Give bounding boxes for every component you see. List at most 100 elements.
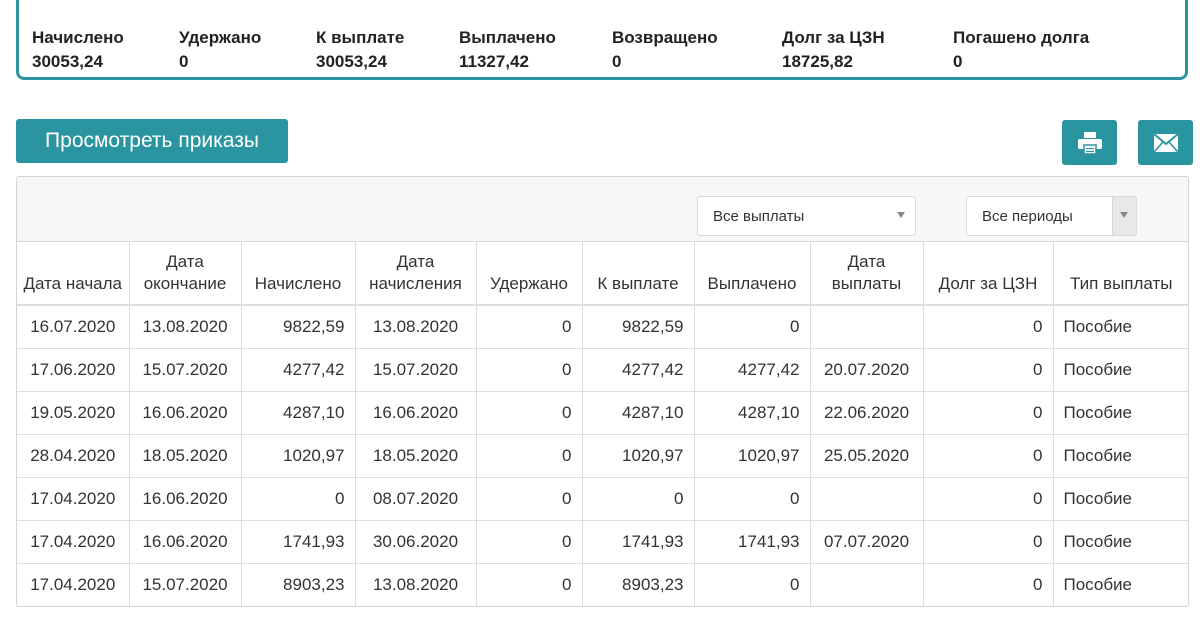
summary-label: К выплате <box>316 28 405 47</box>
cell-end-date: 15.07.2020 <box>129 563 242 606</box>
cell-withheld: 0 <box>476 391 583 435</box>
column-header[interactable]: Тип выплаты <box>1053 242 1188 306</box>
summary-label: Погашено долга <box>953 28 1090 47</box>
cell-accrued: 1741,93 <box>241 520 356 564</box>
summary-label: Удержано <box>179 28 262 47</box>
cell-accrual-date: 30.06.2020 <box>355 520 477 564</box>
cell-to-pay: 0 <box>582 477 695 521</box>
table-row[interactable]: 17.06.2020 15.07.2020 4277,42 15.07.2020… <box>17 348 1188 392</box>
cell-paid: 4277,42 <box>694 348 811 392</box>
cell-start-date: 17.04.2020 <box>17 477 130 521</box>
cell-withheld: 0 <box>476 520 583 564</box>
payments-table: Дата начала Дата окончание Начислено Дат… <box>17 242 1188 606</box>
column-header[interactable]: Долг за ЦЗН <box>923 242 1054 306</box>
chevron-down-icon <box>897 212 905 218</box>
cell-paid: 1020,97 <box>694 434 811 478</box>
table-row[interactable]: 28.04.2020 18.05.2020 1020,97 18.05.2020… <box>17 434 1188 478</box>
cell-accrual-date: 16.06.2020 <box>355 391 477 435</box>
cell-accrued: 8903,23 <box>241 563 356 606</box>
cell-paid: 4287,10 <box>694 391 811 435</box>
print-button[interactable] <box>1062 120 1117 165</box>
column-header[interactable]: Удержано <box>476 242 583 306</box>
summary-accrued: Начислено 30053,24 <box>32 28 124 73</box>
table-row[interactable]: 17.04.2020 16.06.2020 1741,93 30.06.2020… <box>17 520 1188 564</box>
cell-payment-date: 07.07.2020 <box>810 520 924 564</box>
cell-to-pay: 8903,23 <box>582 563 695 606</box>
cell-payment-type: Пособие <box>1053 348 1188 392</box>
column-header[interactable]: Дата начисления <box>355 242 477 306</box>
cell-accrued: 4277,42 <box>241 348 356 392</box>
cell-debt: 0 <box>923 563 1054 606</box>
cell-to-pay: 1020,97 <box>582 434 695 478</box>
table-row[interactable]: 19.05.2020 16.06.2020 4287,10 16.06.2020… <box>17 391 1188 435</box>
cell-accrual-date: 18.05.2020 <box>355 434 477 478</box>
cell-to-pay: 4277,42 <box>582 348 695 392</box>
summary-value: 0 <box>179 52 189 71</box>
payment-type-select-value: Все выплаты <box>713 207 805 225</box>
period-select-value: Все периоды <box>982 207 1073 225</box>
cell-payment-type: Пособие <box>1053 305 1188 349</box>
cell-paid: 1741,93 <box>694 520 811 564</box>
summary-value: 30053,24 <box>32 52 103 71</box>
table-row[interactable]: 16.07.2020 13.08.2020 9822,59 13.08.2020… <box>17 305 1188 349</box>
cell-accrued: 0 <box>241 477 356 521</box>
table-row[interactable]: 17.04.2020 16.06.2020 0 08.07.2020 0 0 0… <box>17 477 1188 521</box>
cell-accrual-date: 08.07.2020 <box>355 477 477 521</box>
summary-value: 11327,42 <box>459 52 529 71</box>
cell-paid: 0 <box>694 477 811 521</box>
payment-type-select[interactable]: Все выплаты <box>697 196 916 236</box>
period-select[interactable]: Все периоды <box>966 196 1137 236</box>
column-header[interactable]: Выплачено <box>694 242 811 306</box>
view-orders-button[interactable]: Просмотреть приказы <box>16 119 288 163</box>
cell-withheld: 0 <box>476 305 583 349</box>
cell-payment-date: 20.07.2020 <box>810 348 924 392</box>
cell-withheld: 0 <box>476 563 583 606</box>
summary-debt-repaid: Погашено долга 0 <box>953 28 1089 73</box>
cell-withheld: 0 <box>476 434 583 478</box>
summary-value: 0 <box>612 52 622 71</box>
printer-icon <box>1077 131 1102 155</box>
cell-accrued: 9822,59 <box>241 305 356 349</box>
table-header-row: Дата начала Дата окончание Начислено Дат… <box>17 242 1188 306</box>
cell-payment-type: Пособие <box>1053 434 1188 478</box>
cell-start-date: 17.06.2020 <box>17 348 130 392</box>
cell-withheld: 0 <box>476 477 583 521</box>
summary-to-pay: К выплате 30053,24 <box>316 28 404 73</box>
cell-debt: 0 <box>923 477 1054 521</box>
cell-end-date: 18.05.2020 <box>129 434 242 478</box>
summary-label: Выплачено <box>459 28 556 47</box>
cell-paid: 0 <box>694 305 811 349</box>
cell-debt: 0 <box>923 305 1054 349</box>
cell-start-date: 17.04.2020 <box>17 520 130 564</box>
cell-end-date: 15.07.2020 <box>129 348 242 392</box>
summary-withheld: Удержано 0 <box>179 28 261 73</box>
payment-summary: Начислено 30053,24 Удержано 0 К выплате … <box>16 0 1188 80</box>
cell-end-date: 16.06.2020 <box>129 520 242 564</box>
email-button[interactable] <box>1138 120 1193 165</box>
summary-debt: Долг за ЦЗН 18725,82 <box>782 28 885 73</box>
payments-panel: Все выплаты Все периоды Дата начала Дата… <box>16 176 1189 607</box>
summary-label: Возвращено <box>612 28 718 47</box>
column-header[interactable]: К выплате <box>582 242 695 306</box>
column-header[interactable]: Дата окончание <box>129 242 242 306</box>
cell-start-date: 16.07.2020 <box>17 305 130 349</box>
column-header[interactable]: Дата выплаты <box>810 242 924 306</box>
period-select-toggle[interactable] <box>1112 197 1136 235</box>
column-header[interactable]: Начислено <box>241 242 356 306</box>
column-header[interactable]: Дата начала <box>17 242 130 306</box>
cell-payment-date: 25.05.2020 <box>810 434 924 478</box>
cell-to-pay: 1741,93 <box>582 520 695 564</box>
cell-to-pay: 4287,10 <box>582 391 695 435</box>
cell-accrued: 1020,97 <box>241 434 356 478</box>
envelope-icon <box>1152 132 1179 153</box>
cell-payment-type: Пособие <box>1053 520 1188 564</box>
cell-end-date: 16.06.2020 <box>129 391 242 435</box>
cell-start-date: 28.04.2020 <box>17 434 130 478</box>
summary-value: 30053,24 <box>316 52 387 71</box>
cell-payment-type: Пособие <box>1053 563 1188 606</box>
table-row[interactable]: 17.04.2020 15.07.2020 8903,23 13.08.2020… <box>17 563 1188 606</box>
cell-to-pay: 9822,59 <box>582 305 695 349</box>
cell-accrued: 4287,10 <box>241 391 356 435</box>
cell-debt: 0 <box>923 434 1054 478</box>
cell-payment-date: 22.06.2020 <box>810 391 924 435</box>
